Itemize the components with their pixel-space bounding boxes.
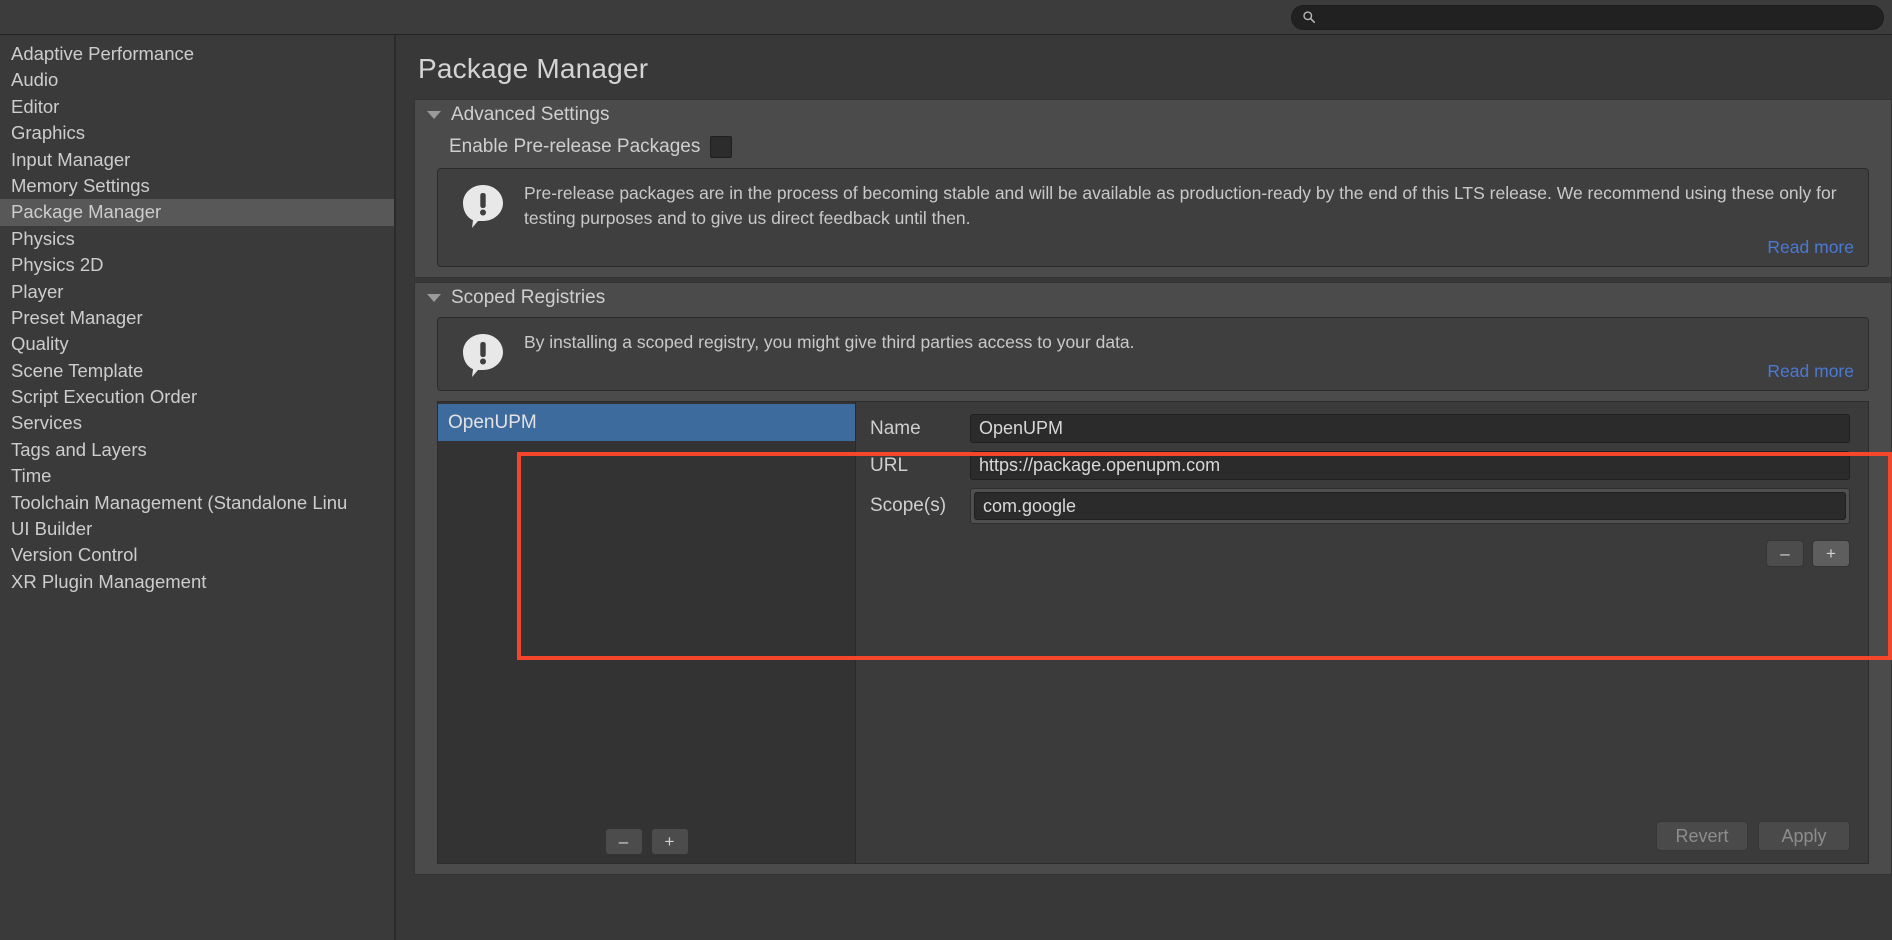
sidebar-item-services[interactable]: Services [0,410,394,436]
enable-prerelease-label: Enable Pre-release Packages [449,136,700,158]
sidebar-item-package-manager[interactable]: Package Manager [0,199,394,225]
registry-list-items: OpenUPM [438,402,855,819]
enable-prerelease-row[interactable]: Enable Pre-release Packages [415,130,1891,164]
chevron-down-icon [427,294,441,302]
prerelease-help-text: Pre-release packages are in the process … [524,181,1854,231]
sidebar-item-physics[interactable]: Physics [0,226,394,252]
registry-url-input[interactable] [970,451,1850,480]
scope-toolbar: – + [870,540,1850,567]
prerelease-help-body: Pre-release packages are in the process … [524,181,1854,258]
sidebar-item-audio[interactable]: Audio [0,67,394,93]
search-icon [1302,10,1316,24]
registry-name-input[interactable] [970,414,1850,443]
sidebar-item-xr-plugin-management[interactable]: XR Plugin Management [0,569,394,595]
add-registry-button[interactable]: + [651,828,689,855]
scoped-registries-read-more-link[interactable]: Read more [524,361,1854,382]
sidebar-item-toolchain-management[interactable]: Toolchain Management (Standalone Linu [0,490,394,516]
settings-sidebar[interactable]: Adaptive Performance Audio Editor Graphi… [0,35,396,940]
scoped-registries-panel: Scoped Registries By installing a scoped… [414,282,1892,875]
settings-window: Adaptive Performance Audio Editor Graphi… [0,0,1892,940]
revert-button[interactable]: Revert [1656,821,1748,851]
settings-content: Package Manager Advanced Settings Enable… [396,35,1892,940]
sidebar-item-graphics[interactable]: Graphics [0,120,394,146]
registry-name-row: Name [870,414,1850,443]
registry-detail-form: Name URL Scope(s) [856,402,1868,863]
add-scope-button[interactable]: + [1812,540,1850,567]
scoped-registries-header: Scoped Registries [451,287,605,309]
sidebar-item-script-execution-order[interactable]: Script Execution Order [0,384,394,410]
search-field[interactable] [1291,5,1884,30]
registry-url-row: URL [870,451,1850,480]
registry-form-footer: Revert Apply [870,821,1850,853]
sidebar-item-player[interactable]: Player [0,279,394,305]
advanced-settings-header: Advanced Settings [451,104,609,126]
sidebar-item-quality[interactable]: Quality [0,331,394,357]
sidebar-item-input-manager[interactable]: Input Manager [0,147,394,173]
top-toolbar [0,0,1892,35]
search-input[interactable] [1322,6,1873,29]
sidebar-item-ui-builder[interactable]: UI Builder [0,516,394,542]
scoped-registries-help-box: By installing a scoped registry, you mig… [437,317,1869,391]
scoped-registries-help-text: By installing a scoped registry, you mig… [524,330,1854,355]
registry-list-toolbar: – + [438,819,855,863]
apply-button[interactable]: Apply [1758,821,1850,851]
sidebar-item-preset-manager[interactable]: Preset Manager [0,305,394,331]
sidebar-item-memory-settings[interactable]: Memory Settings [0,173,394,199]
registry-url-label: URL [870,455,970,477]
page-title: Package Manager [418,53,1892,85]
registry-name-label: Name [870,418,970,440]
sidebar-item-time[interactable]: Time [0,463,394,489]
window-body: Adaptive Performance Audio Editor Graphi… [0,35,1892,940]
sidebar-item-version-control[interactable]: Version Control [0,542,394,568]
sidebar-item-editor[interactable]: Editor [0,94,394,120]
sidebar-item-physics-2d[interactable]: Physics 2D [0,252,394,278]
list-item[interactable]: OpenUPM [438,404,855,441]
prerelease-help-box: Pre-release packages are in the process … [437,168,1869,267]
scoped-registries-help-body: By installing a scoped registry, you mig… [524,330,1854,382]
enable-prerelease-checkbox[interactable] [710,136,732,158]
remove-registry-button[interactable]: – [605,828,643,855]
registry-list[interactable]: OpenUPM – + [438,402,856,863]
advanced-settings-foldout[interactable]: Advanced Settings [415,100,1891,130]
advanced-settings-panel: Advanced Settings Enable Pre-release Pac… [414,99,1892,278]
registry-scopes-row: Scope(s) [870,488,1850,524]
info-exclamation-icon [460,183,506,229]
info-exclamation-icon [460,332,506,378]
remove-scope-button[interactable]: – [1766,540,1804,567]
sidebar-item-scene-template[interactable]: Scene Template [0,358,394,384]
chevron-down-icon [427,111,441,119]
prerelease-read-more-link[interactable]: Read more [524,237,1854,258]
sidebar-item-tags-and-layers[interactable]: Tags and Layers [0,437,394,463]
scoped-registries-editor: OpenUPM – + Name [437,401,1869,864]
sidebar-item-adaptive-performance[interactable]: Adaptive Performance [0,41,394,67]
registry-scopes-label: Scope(s) [870,495,970,517]
registry-scope-input[interactable] [974,492,1846,520]
scoped-registries-foldout[interactable]: Scoped Registries [415,283,1891,313]
detail-spacer [870,567,1850,821]
registry-scopes-list [970,488,1850,524]
